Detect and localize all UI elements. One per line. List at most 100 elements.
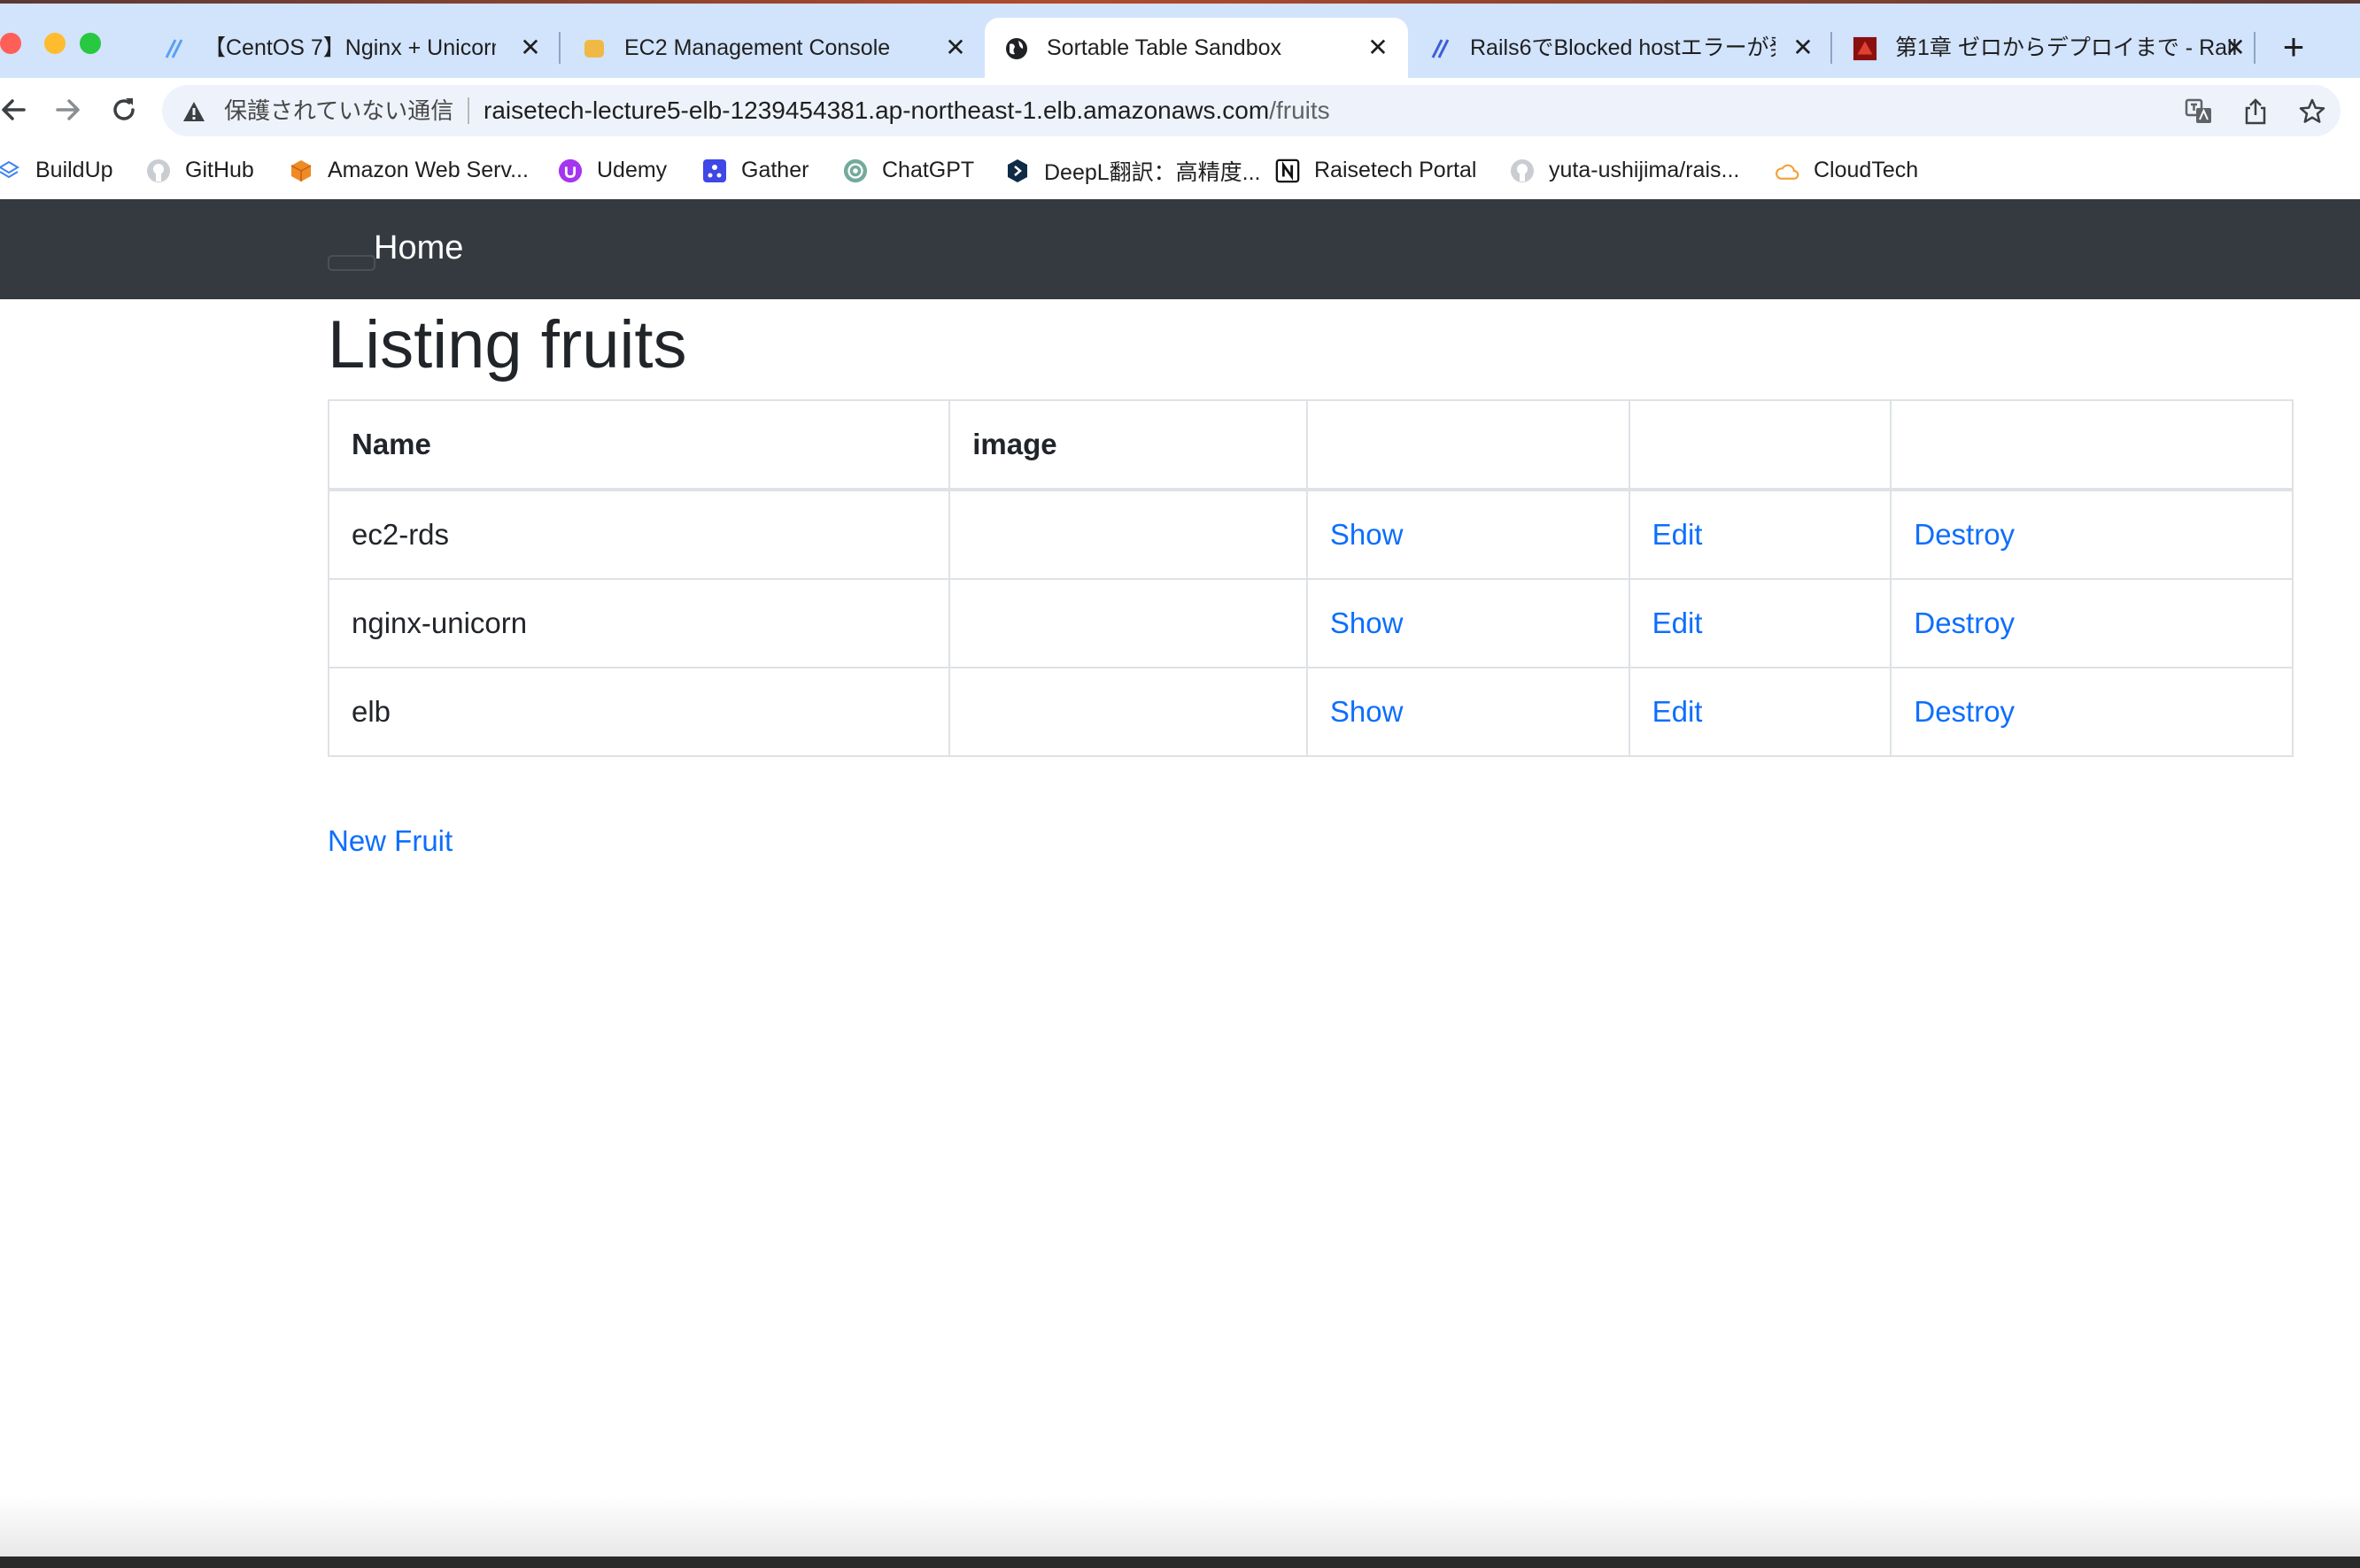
- url-text[interactable]: raisetech-lecture5-elb-1239454381.ap-nor…: [484, 85, 1330, 136]
- fruit-image-cell: [948, 489, 1308, 580]
- destroy-link[interactable]: Destroy: [1914, 606, 2015, 639]
- close-tab-icon[interactable]: ✕: [943, 35, 968, 60]
- bookmark-label: Udemy: [597, 158, 668, 182]
- navbar-toggler-button[interactable]: [328, 255, 375, 271]
- security-status-label[interactable]: 保護されていない通信: [224, 85, 453, 136]
- show-link[interactable]: Show: [1330, 606, 1404, 639]
- back-arrow-icon: [2, 99, 26, 120]
- edit-link[interactable]: Edit: [1652, 518, 1703, 551]
- tab-rails-deploy-chapter1[interactable]: 第1章 ゼロからデプロイまで - Rail ✕: [1833, 18, 2249, 78]
- destroy-link[interactable]: Destroy: [1914, 695, 2015, 728]
- table-row: nginx-unicorn Show Edit Destroy: [327, 578, 2294, 668]
- destroy-link[interactable]: Destroy: [1914, 518, 2015, 551]
- share-icon[interactable]: [2240, 96, 2271, 127]
- edit-cell: Edit: [1628, 578, 1892, 668]
- tab-centos-nginx[interactable]: 【CentOS 7】Nginx + Unicorn で ✕: [142, 18, 558, 78]
- browser-chrome: 【CentOS 7】Nginx + Unicorn で ✕ EC2 Manage…: [0, 0, 2360, 199]
- edit-link[interactable]: Edit: [1652, 606, 1703, 639]
- bookmark-label: BuildUp: [35, 158, 113, 182]
- tab-title: 第1章 ゼロからデプロイまで - Rail: [1895, 35, 2238, 60]
- new-fruit-link[interactable]: New Fruit: [328, 822, 453, 861]
- bookmark-label: DeepL翻訳：高精度...: [1044, 159, 1261, 185]
- translate-icon[interactable]: [2183, 96, 2215, 127]
- globe-icon: [1004, 36, 1029, 61]
- bookmark-deepl[interactable]: DeepL翻訳：高精度...: [1005, 142, 1261, 199]
- fruit-name-cell: elb: [327, 667, 951, 757]
- tab-ec2-console[interactable]: EC2 Management Console ✕: [562, 18, 979, 78]
- book-cover-icon: [1853, 36, 1877, 61]
- url-path: /fruits: [1269, 97, 1330, 124]
- fruit-name-cell: nginx-unicorn: [327, 578, 951, 668]
- column-header-edit: [1628, 399, 1892, 491]
- tab-title: Rails6でBlocked hostエラーが発: [1470, 35, 1776, 60]
- buildup-icon: [0, 158, 21, 183]
- home-link[interactable]: Home: [374, 226, 463, 270]
- bookmark-label: ChatGPT: [882, 158, 975, 182]
- bookmark-github[interactable]: GitHub: [146, 142, 254, 199]
- table-row: elb Show Edit Destroy: [327, 667, 2294, 757]
- cloud-icon: [1775, 158, 1799, 183]
- column-header-destroy: [1890, 399, 2294, 491]
- address-bar[interactable]: 保護されていない通信 raisetech-lecture5-elb-123945…: [162, 85, 2341, 136]
- bookmark-cloudtech[interactable]: CloudTech: [1775, 142, 1918, 199]
- column-header-name: Name: [327, 399, 951, 491]
- bookmark-label: GitHub: [185, 158, 254, 182]
- fruit-image-cell: [948, 578, 1308, 668]
- reload-icon: [113, 98, 135, 120]
- maximize-window-button[interactable]: [80, 33, 101, 54]
- github-icon: [1510, 158, 1535, 183]
- bookmark-star-icon[interactable]: [2296, 96, 2328, 127]
- new-tab-button[interactable]: +: [2276, 25, 2311, 71]
- dock-edge: [0, 1556, 2360, 1568]
- close-window-button[interactable]: [0, 33, 21, 54]
- bookmark-aws[interactable]: Amazon Web Serv...: [289, 142, 529, 199]
- bookmark-label: Raisetech Portal: [1314, 158, 1477, 182]
- bookmark-gather[interactable]: Gather: [702, 142, 809, 199]
- close-tab-icon[interactable]: ✕: [1366, 35, 1390, 60]
- destroy-cell: Destroy: [1890, 489, 2294, 580]
- tab-rails6-blocked-host[interactable]: Rails6でBlocked hostエラーが発 ✕: [1408, 18, 1829, 78]
- bookmark-raisetech-portal[interactable]: Raisetech Portal: [1275, 142, 1476, 199]
- tab-title: 【CentOS 7】Nginx + Unicorn で: [204, 35, 496, 60]
- bookmarks-bar: BuildUp GitHub Amazon Web Serv... Udemy …: [0, 142, 2360, 199]
- close-tab-icon[interactable]: ✕: [518, 35, 543, 60]
- bookmark-udemy[interactable]: Udemy: [558, 142, 667, 199]
- table-row: ec2-rds Show Edit Destroy: [327, 489, 2294, 580]
- tab-separator: [1830, 32, 1832, 64]
- chatgpt-icon: [843, 158, 868, 183]
- forward-button[interactable]: [46, 89, 89, 131]
- back-button[interactable]: [0, 89, 35, 131]
- show-link[interactable]: Show: [1330, 518, 1404, 551]
- destroy-cell: Destroy: [1890, 578, 2294, 668]
- fruit-name-cell: ec2-rds: [327, 489, 951, 580]
- close-tab-icon[interactable]: ✕: [2223, 35, 2248, 60]
- window-top-edge: [0, 0, 2360, 4]
- bookmark-chatgpt[interactable]: ChatGPT: [843, 142, 974, 199]
- reload-button[interactable]: [103, 89, 145, 131]
- table-header-row: Name image: [327, 399, 2294, 491]
- url-separator: [468, 97, 469, 124]
- edit-link[interactable]: Edit: [1652, 695, 1703, 728]
- forward-arrow-icon: [56, 99, 80, 120]
- aws-cube-icon: [289, 158, 313, 183]
- minimize-window-button[interactable]: [44, 33, 66, 54]
- bookmark-yuta-ushijima-repo[interactable]: yuta-ushijima/rais...: [1510, 142, 1739, 199]
- close-tab-icon[interactable]: ✕: [1791, 35, 1815, 60]
- bookmark-label: Gather: [741, 158, 809, 182]
- destroy-cell: Destroy: [1890, 667, 2294, 757]
- tab-sortable-table[interactable]: Sortable Table Sandbox ✕: [985, 18, 1408, 78]
- show-link[interactable]: Show: [1330, 695, 1404, 728]
- qiita-icon: [1428, 36, 1452, 61]
- bookmark-buildup[interactable]: BuildUp: [0, 142, 113, 199]
- window-bottom-shadow: [0, 1496, 2360, 1556]
- show-cell: Show: [1305, 578, 1630, 668]
- aws-cube-icon: [582, 36, 607, 61]
- gather-icon: [702, 158, 727, 183]
- tab-separator: [559, 32, 561, 64]
- app-navbar: Home: [0, 199, 2360, 299]
- udemy-icon: [558, 158, 583, 183]
- tab-title: EC2 Management Console: [624, 35, 891, 60]
- deepl-icon: [1005, 158, 1030, 183]
- warning-icon[interactable]: [182, 99, 206, 124]
- edit-cell: Edit: [1628, 667, 1892, 757]
